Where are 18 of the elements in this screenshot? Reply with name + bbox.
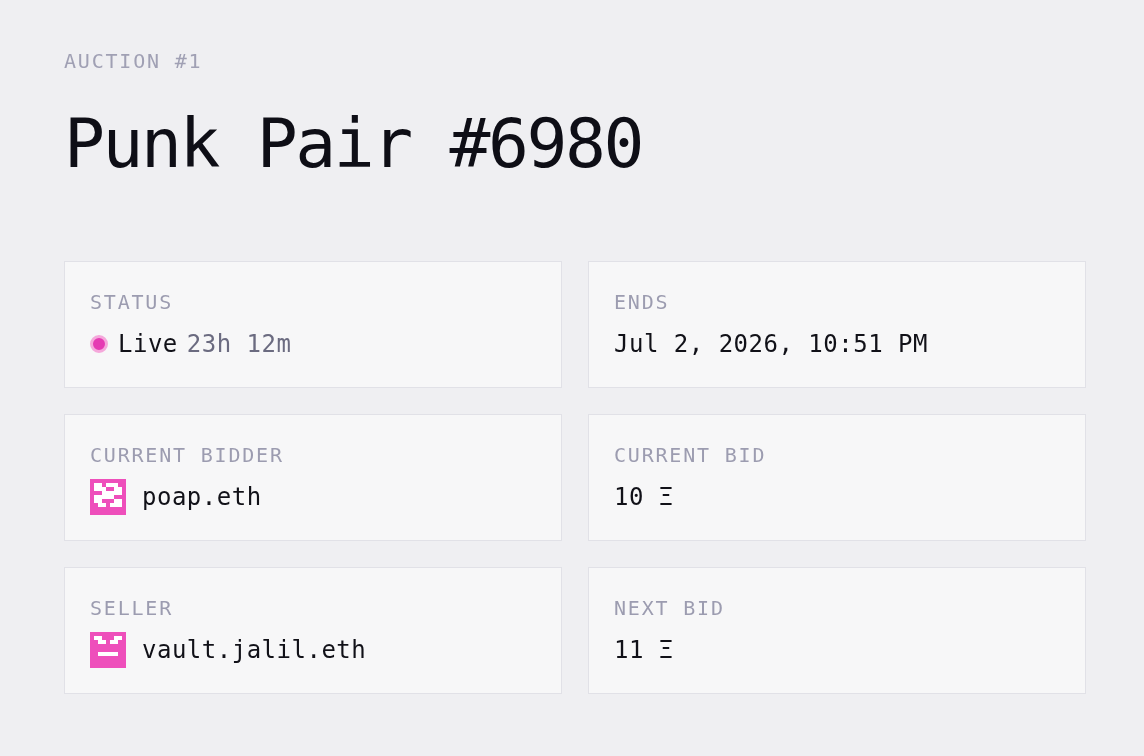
auction-title: Punk Pair #6980 (64, 110, 644, 178)
pixel-avatar-icon (90, 632, 126, 668)
card-value: Jul 2, 2026, 10:51 PM (614, 330, 928, 358)
card-label: NEXT BID (614, 596, 726, 620)
auction-number: AUCTION #1 (64, 49, 204, 73)
card-label: ENDS (614, 290, 671, 314)
pixel-avatar-icon (90, 479, 126, 515)
card-value: 11 Ξ (614, 636, 674, 664)
card-label: CURRENT BIDDER (90, 443, 285, 467)
status-text: Live (118, 330, 178, 358)
card-label: STATUS (90, 290, 175, 314)
live-status-dot-icon (90, 335, 108, 353)
account-name: vault.jalil.eth (142, 636, 367, 664)
card-value: 10 Ξ (614, 483, 674, 511)
card-label: CURRENT BID (614, 443, 768, 467)
account-name: poap.eth (142, 483, 262, 511)
card-label: SELLER (90, 596, 175, 620)
countdown-text: 23h 12m (186, 330, 292, 358)
